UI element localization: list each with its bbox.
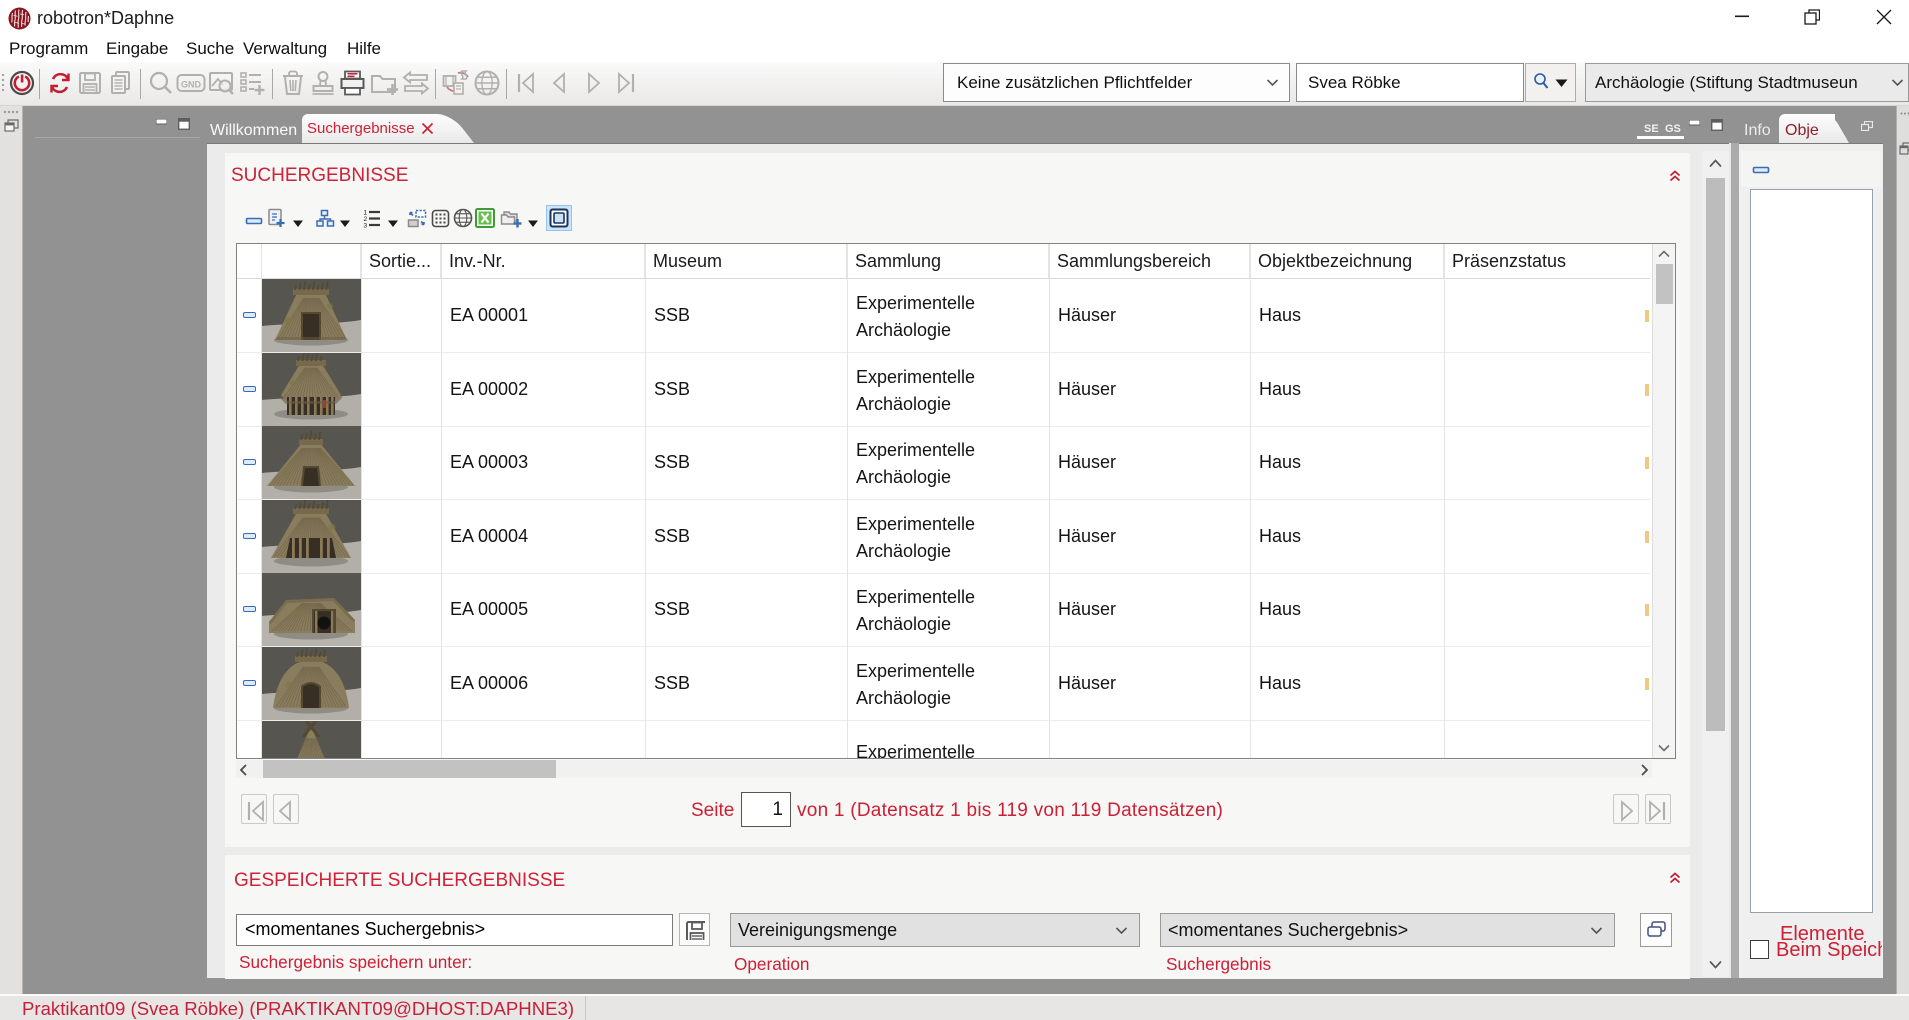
svg-text:3: 3	[364, 223, 368, 229]
svg-text:GND: GND	[181, 80, 202, 90]
